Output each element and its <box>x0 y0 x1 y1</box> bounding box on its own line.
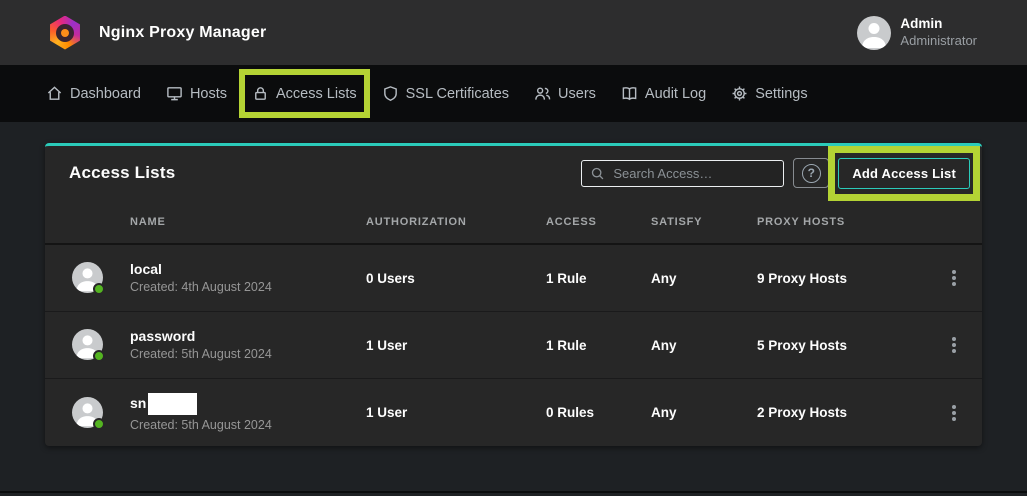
table-header: NAME AUTHORIZATION ACCESS SATISFY PROXY … <box>45 200 982 245</box>
access-lists-panel: Access Lists ? Add Access List NAME AUTH… <box>45 143 982 446</box>
avatar <box>72 262 103 293</box>
topbar: Nginx Proxy Manager Admin Administrator <box>0 0 1027 65</box>
access-value: 1 Rule <box>546 271 651 286</box>
app-logo-icon <box>48 16 82 50</box>
nav-label: Hosts <box>190 86 227 102</box>
lock-icon <box>252 85 269 102</box>
created-date: Created: 4th August 2024 <box>130 280 272 294</box>
nav-label: Users <box>558 86 596 102</box>
nav-label: Access Lists <box>276 86 357 102</box>
access-list-name: password <box>130 329 272 344</box>
user-role: Administrator <box>900 33 977 49</box>
user-name: Admin <box>900 16 977 33</box>
nav-label: Dashboard <box>70 86 141 102</box>
app-title: Nginx Proxy Manager <box>99 24 266 42</box>
search-input[interactable] <box>613 166 775 181</box>
monitor-icon <box>166 85 183 102</box>
satisfy-value: Any <box>651 405 757 420</box>
nav-item-users[interactable]: Users <box>534 85 596 102</box>
row-menu-kebab-icon[interactable] <box>952 343 956 347</box>
table-row[interactable]: local Created: 4th August 2024 0 Users 1… <box>45 245 982 312</box>
nav-label: Settings <box>755 86 807 102</box>
page-title: Access Lists <box>69 163 175 183</box>
created-date: Created: 5th August 2024 <box>130 347 272 361</box>
access-list-name: local <box>130 262 272 277</box>
authorization-value: 0 Users <box>366 271 546 286</box>
nav-label: Audit Log <box>645 86 706 102</box>
add-access-list-button[interactable]: Add Access List <box>838 158 970 189</box>
status-online-dot <box>93 418 105 430</box>
user-menu[interactable]: Admin Administrator <box>857 16 977 50</box>
home-icon <box>46 85 63 102</box>
column-header-authorization: AUTHORIZATION <box>366 216 546 228</box>
gear-icon <box>731 85 748 102</box>
authorization-value: 1 User <box>366 405 546 420</box>
column-header-proxy-hosts: PROXY HOSTS <box>757 216 926 228</box>
proxy-hosts-value: 2 Proxy Hosts <box>757 405 926 420</box>
main-nav: Dashboard Hosts Access Lists SSL Certifi… <box>0 65 1027 122</box>
satisfy-value: Any <box>651 338 757 353</box>
nav-item-dashboard[interactable]: Dashboard <box>46 85 141 102</box>
row-menu-kebab-icon[interactable] <box>952 276 956 280</box>
table-row[interactable]: sn Created: 5th August 2024 1 User 0 Rul… <box>45 379 982 446</box>
table-row[interactable]: password Created: 5th August 2024 1 User… <box>45 312 982 379</box>
person-icon <box>857 16 891 50</box>
nav-label: SSL Certificates <box>406 86 509 102</box>
nav-item-hosts[interactable]: Hosts <box>166 85 227 102</box>
nav-item-access-lists[interactable]: Access Lists <box>252 85 357 102</box>
proxy-hosts-value: 9 Proxy Hosts <box>757 271 926 286</box>
column-header-access: ACCESS <box>546 216 651 228</box>
user-avatar <box>857 16 891 50</box>
footer-divider <box>0 491 1027 493</box>
nav-item-audit-log[interactable]: Audit Log <box>621 85 706 102</box>
column-header-satisfy: SATISFY <box>651 216 757 228</box>
column-header-name: NAME <box>130 216 366 228</box>
users-icon <box>534 85 551 102</box>
status-online-dot <box>93 283 105 295</box>
search-box <box>581 160 784 187</box>
search-icon <box>590 166 605 181</box>
status-online-dot <box>93 350 105 362</box>
avatar <box>72 329 103 360</box>
shield-icon <box>382 85 399 102</box>
access-value: 1 Rule <box>546 338 651 353</box>
avatar <box>72 397 103 428</box>
row-menu-kebab-icon[interactable] <box>952 411 956 415</box>
created-date: Created: 5th August 2024 <box>130 418 272 432</box>
book-icon <box>621 85 638 102</box>
redaction-box <box>148 393 197 415</box>
question-mark-icon: ? <box>802 164 821 183</box>
proxy-hosts-value: 5 Proxy Hosts <box>757 338 926 353</box>
nav-item-ssl-certificates[interactable]: SSL Certificates <box>382 85 509 102</box>
satisfy-value: Any <box>651 271 757 286</box>
authorization-value: 1 User <box>366 338 546 353</box>
help-button[interactable]: ? <box>793 158 829 188</box>
panel-header: Access Lists ? Add Access List <box>45 146 982 200</box>
access-list-name: sn <box>130 395 146 411</box>
access-value: 0 Rules <box>546 405 651 420</box>
nav-item-settings[interactable]: Settings <box>731 85 807 102</box>
